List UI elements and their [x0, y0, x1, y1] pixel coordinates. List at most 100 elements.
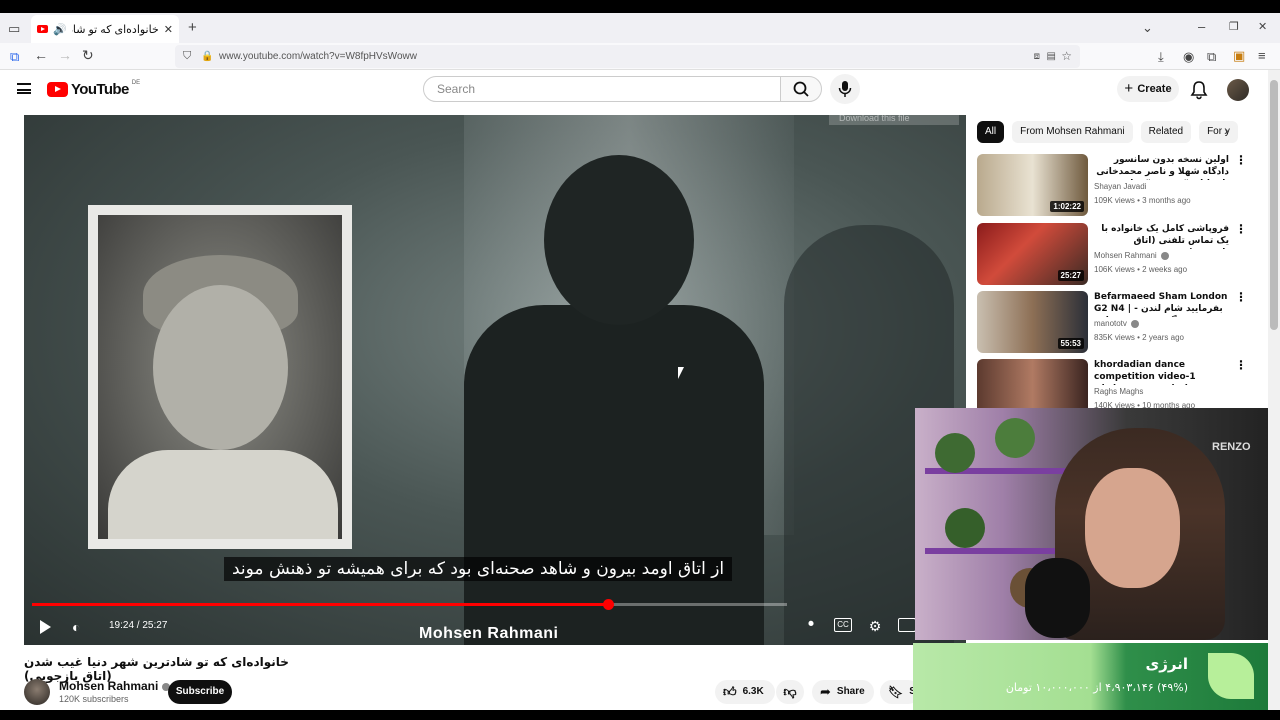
addon-icon[interactable]: ▣: [1233, 49, 1245, 62]
extensions-icon[interactable]: ⧉: [1207, 50, 1216, 63]
play-icon[interactable]: [40, 620, 51, 634]
microphone-icon: [838, 81, 852, 97]
recommendation-channel[interactable]: manototv: [1094, 319, 1139, 328]
more-options-icon[interactable]: ⋮: [1235, 291, 1247, 303]
channel-watermark: Mohsen Rahmani: [419, 625, 559, 642]
share-label: Share: [836, 686, 865, 697]
restore-icon[interactable]: ❐: [1229, 21, 1239, 34]
download-overlay[interactable]: Download this file: [829, 115, 959, 125]
share-button[interactable]: ➦ Share: [812, 680, 874, 704]
address-bar[interactable]: ⛉ 🔒 www.youtube.com/watch?v=W8fpHVsWoww …: [175, 45, 1080, 68]
video-duration: 25:27: [1057, 270, 1084, 281]
downloads-icon[interactable]: ⤓: [1158, 50, 1164, 63]
recommendation-title[interactable]: khordadian dance competition video-1 مسا…: [1094, 359, 1229, 385]
tab-list-chevron-icon[interactable]: ⌄: [1142, 21, 1153, 34]
account-avatar[interactable]: [1227, 79, 1249, 101]
tracking-shield-icon[interactable]: ⛉: [183, 45, 191, 68]
browser-nav-bar: ⧉ ← → ↻ ⛉ 🔒 www.youtube.com/watch?v=W8fp…: [0, 43, 1280, 70]
recommendation-item[interactable]: 25:27 فروپاشی کامل یک خانواده با یک تماس…: [977, 223, 1252, 285]
youtube-play-logo-icon: [47, 82, 68, 97]
scene-child-body: [464, 305, 764, 645]
video-duration: 1:02:22: [1050, 201, 1084, 212]
volume-icon[interactable]: ◐: [72, 619, 80, 635]
video-player[interactable]: Download this file از اتاق اومد بیرون و …: [24, 115, 966, 645]
time-display: 19:24 / 25:27: [109, 620, 168, 631]
scrollbar-thumb[interactable]: [1270, 80, 1278, 330]
notifications-bell-icon[interactable]: [1190, 80, 1208, 100]
recommendation-meta: 109K views • 3 months ago: [1094, 196, 1191, 205]
chip-related[interactable]: Related: [1140, 121, 1192, 143]
back-icon[interactable]: ←: [34, 48, 48, 62]
recommendation-channel[interactable]: Raghs Maghs: [1094, 387, 1143, 396]
leaf-logo-icon: [1208, 653, 1254, 699]
search-button[interactable]: [780, 76, 822, 102]
forward-icon[interactable]: →: [58, 48, 72, 62]
channel-avatar[interactable]: [24, 679, 50, 705]
search-input[interactable]: Search: [423, 76, 781, 102]
recommendation-thumbnail[interactable]: 25:27: [977, 223, 1088, 285]
chip-for-you[interactable]: For y: [1199, 121, 1238, 143]
recommendation-thumbnail[interactable]: 1:02:22: [977, 154, 1088, 216]
reader-view-icon[interactable]: ▤: [1047, 45, 1056, 68]
recommendation-channel[interactable]: Shayan Javadi: [1094, 182, 1146, 191]
recommendation-thumbnail[interactable]: 55:53: [977, 291, 1088, 353]
more-options-icon[interactable]: ⋮: [1235, 154, 1247, 166]
sidebar-toggle-icon[interactable]: ⧉: [10, 50, 19, 63]
cam-microphone: [1025, 558, 1090, 638]
guide-menu-icon[interactable]: [17, 83, 31, 94]
create-label: Create: [1137, 83, 1172, 95]
thumbs-down-icon: 👎︎: [783, 684, 797, 699]
close-window-icon[interactable]: ✕: [1258, 21, 1267, 34]
speaker-icon[interactable]: 🔊: [53, 23, 67, 36]
dislike-button[interactable]: 👎︎: [776, 680, 804, 704]
youtube-logo[interactable]: YouTube DE: [47, 80, 140, 98]
recommendation-channel[interactable]: Mohsen Rahmani: [1094, 251, 1169, 260]
progress-fill: [32, 603, 608, 606]
like-button[interactable]: 👍︎ 6.3K: [715, 680, 775, 704]
lock-icon[interactable]: 🔒: [201, 45, 213, 68]
bookmark-star-icon[interactable]: ☆: [1061, 45, 1072, 68]
thumbs-up-icon: 👍︎: [723, 684, 737, 699]
recommendation-title[interactable]: فروپاشی کامل یک خانواده با یک تماس تلفنی…: [1094, 223, 1229, 249]
progress-scrubber[interactable]: [602, 599, 614, 610]
recommendation-title[interactable]: Befarmaeed Sham London G2 N4 | بفرمایید …: [1094, 291, 1229, 317]
captions-icon[interactable]: CC: [834, 618, 852, 632]
autoplay-toggle-icon[interactable]: ⏺: [802, 618, 820, 632]
recommendation-meta: 835K views • 2 years ago: [1094, 333, 1184, 342]
chip-from-channel[interactable]: From Mohsen Rahmani: [1012, 121, 1133, 143]
voice-search-button[interactable]: [830, 74, 860, 104]
close-tab-icon[interactable]: ✕: [164, 23, 173, 36]
extension-shield-icon[interactable]: ◉: [1183, 50, 1194, 63]
more-options-icon[interactable]: ⋮: [1235, 223, 1247, 235]
channel-name[interactable]: Mohsen Rahmani: [59, 679, 171, 693]
channel-name-text: Mohsen Rahmani: [59, 679, 159, 693]
new-tab-icon[interactable]: +: [188, 20, 197, 35]
share-arrow-icon: ➦: [820, 684, 831, 699]
page-scrollbar[interactable]: [1268, 70, 1280, 720]
tab-overview-icon[interactable]: ▭: [8, 22, 20, 35]
create-button[interactable]: + Create: [1117, 76, 1179, 102]
minimize-icon[interactable]: –: [1198, 20, 1205, 33]
browser-tab-youtube[interactable]: 🔊 خانواده‌ای که تو شادترین شهر ✕: [31, 15, 179, 43]
reload-icon[interactable]: ↻: [82, 48, 94, 62]
more-options-icon[interactable]: ⋮: [1235, 359, 1247, 371]
video-duration: 55:53: [1057, 338, 1084, 349]
settings-gear-icon[interactable]: ⚙: [866, 618, 884, 634]
recommendation-item[interactable]: 1:02:22 اولین نسخه بدون سانسور دادگاه شه…: [977, 154, 1252, 216]
recommendation-item[interactable]: 55:53 Befarmaeed Sham London G2 N4 | بفر…: [977, 291, 1252, 353]
donation-banner: انرژی (۴۹%) ۴،۹۰۳،۱۴۶ از ۱۰،۰۰۰،۰۰۰ توما…: [913, 643, 1268, 710]
recommendation-title[interactable]: اولین نسخه بدون سانسور دادگاه شهلا و ناص…: [1094, 154, 1229, 180]
cam-person-face: [1085, 468, 1180, 588]
chip-all[interactable]: All: [977, 121, 1005, 143]
cam-plant: [945, 508, 985, 548]
menu-icon[interactable]: ≡: [1258, 49, 1266, 62]
bookmark-icon: 🔖︎: [888, 685, 904, 699]
chips-next-chevron-icon[interactable]: ›: [1224, 123, 1229, 137]
subscribe-button[interactable]: Subscribe: [168, 680, 232, 704]
plus-icon: +: [1124, 80, 1138, 97]
progress-bar[interactable]: [32, 599, 787, 610]
youtube-header: YouTube DE Search + Create: [0, 70, 1280, 110]
picture-in-picture-icon[interactable]: ⧈: [1034, 45, 1040, 68]
url-text: www.youtube.com/watch?v=W8fpHVsWoww: [219, 51, 417, 62]
theater-mode-icon[interactable]: [898, 618, 916, 632]
